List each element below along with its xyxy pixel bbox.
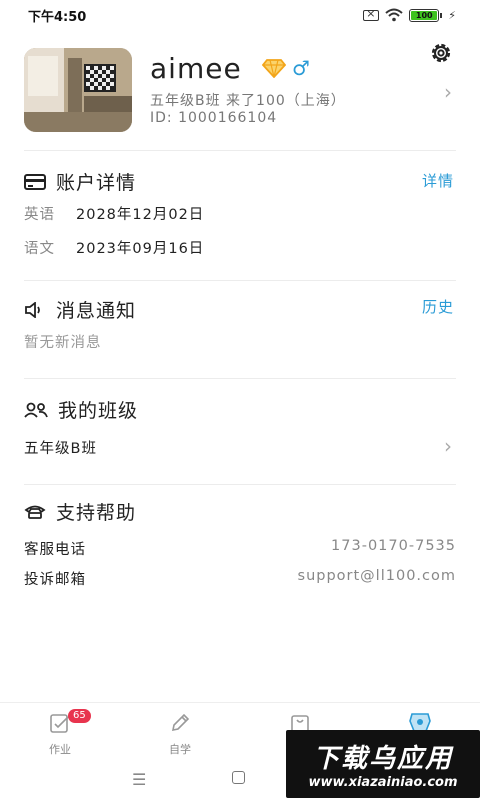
nav-tab-homework[interactable]: 65 作业: [0, 703, 120, 759]
account-section-title: 账户详情: [24, 168, 136, 195]
account-row-label: 语文: [24, 241, 55, 257]
watermark-url: www.xiazainiao.com: [308, 775, 458, 790]
status-icons: 100 ⚡: [363, 7, 456, 22]
profile-id: ID: 1000166104: [150, 110, 278, 126]
nav-label: 自学: [169, 743, 191, 756]
phone-icon: [24, 504, 46, 520]
messages-history-link[interactable]: 历史: [422, 296, 454, 317]
avatar[interactable]: [24, 48, 132, 132]
messages-empty-text: 暂无新消息: [24, 335, 102, 351]
support-email-label: 投诉邮箱: [24, 572, 86, 588]
divider: [24, 484, 456, 485]
male-gender-icon: ♂: [292, 56, 310, 80]
divider: [24, 280, 456, 281]
nav-tab-self-study[interactable]: 自学: [120, 703, 240, 759]
vip-diamond-icon: [261, 58, 287, 82]
users-icon: [24, 402, 48, 418]
charging-icon: ⚡: [448, 8, 456, 22]
battery-level: 100: [411, 10, 438, 20]
divider: [24, 378, 456, 379]
support-phone-label: 客服电话: [24, 542, 86, 558]
profile-chevron-right-icon[interactable]: ›: [444, 80, 452, 104]
menu-icon[interactable]: ☰: [132, 770, 146, 789]
messages-title-text: 消息通知: [56, 300, 137, 322]
support-section-title: 支持帮助: [24, 498, 136, 525]
account-details-link[interactable]: 详情: [422, 170, 454, 191]
class-section-title: 我的班级: [24, 396, 138, 423]
account-title-text: 账户详情: [56, 172, 137, 194]
account-row-label: 英语: [24, 207, 55, 223]
settings-gear-icon[interactable]: [428, 40, 454, 66]
class-chevron-right-icon[interactable]: ›: [444, 434, 452, 458]
account-row-value: 2023年09月16日: [76, 241, 205, 257]
no-sim-icon: [363, 7, 380, 21]
home-button-icon[interactable]: [232, 771, 245, 784]
watermark: 下载乌应用 www.xiazainiao.com: [286, 730, 480, 798]
homework-badge: 65: [68, 709, 91, 723]
watermark-title: 下载乌应用: [312, 744, 453, 774]
username: aimee: [150, 52, 242, 85]
class-title-text: 我的班级: [58, 400, 139, 422]
battery-icon: 100: [409, 8, 443, 22]
status-bar: 下午4:50 100 ⚡: [0, 0, 480, 30]
speaker-icon: [24, 301, 46, 318]
divider: [24, 150, 456, 151]
messages-section-title: 消息通知: [24, 296, 136, 323]
account-row-value: 2028年12月02日: [76, 207, 205, 223]
profile-class-info: 五年级B班 来了100（上海）: [150, 93, 346, 109]
wifi-icon: [385, 8, 403, 22]
support-title-text: 支持帮助: [56, 502, 137, 524]
nav-label: 作业: [49, 743, 71, 756]
pencil-icon: [168, 711, 192, 739]
card-icon: [24, 173, 46, 190]
status-time: 下午4:50: [28, 9, 87, 25]
class-name[interactable]: 五年级B班: [24, 437, 97, 458]
support-phone-value[interactable]: 173-0170-7535: [331, 538, 456, 554]
support-email-value[interactable]: support@ll100.com: [298, 568, 456, 584]
